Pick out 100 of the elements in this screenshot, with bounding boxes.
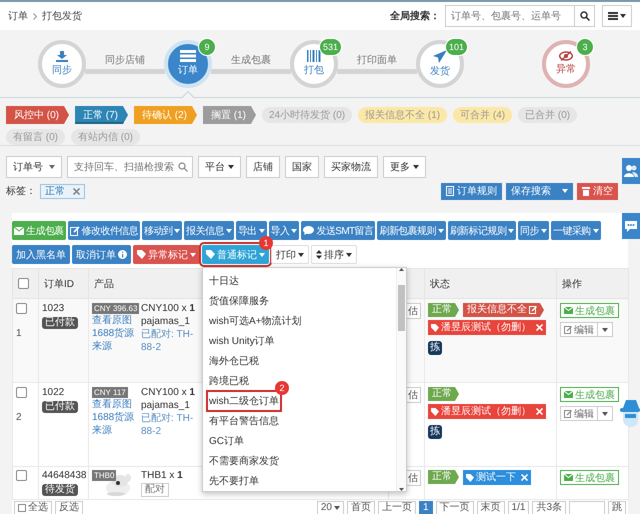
scrollbar-thumb[interactable] [398, 285, 405, 331]
product-link[interactable]: 1688货源 [92, 328, 138, 340]
rules-button[interactable]: 订单规则 [441, 182, 502, 200]
status-filter-tab[interactable]: 正常 (7) [75, 106, 128, 124]
create-package-button[interactable]: 生成包裹 [560, 387, 619, 402]
count-badge: 9 [198, 38, 216, 56]
menu-item[interactable]: 十日达 [207, 271, 241, 291]
save-search-button[interactable]: 保存搜索 [506, 182, 573, 200]
count-badge: 3 [576, 38, 594, 56]
edit-icon [564, 410, 572, 418]
status-filter-tab[interactable]: 已合并 (0) [518, 107, 578, 123]
dropdown-button[interactable]: 同步 [518, 221, 549, 240]
order-tag: 潘昱辰测试（勿删） [428, 320, 546, 335]
status-filter-tab[interactable]: 风控中 (0) [6, 106, 69, 124]
status-filter-tab[interactable]: 报关信息不全 (1) [358, 107, 448, 123]
contacts-button[interactable] [622, 158, 640, 184]
page-input[interactable] [569, 501, 605, 514]
list-icon [180, 50, 196, 62]
menu-item[interactable]: 有平台警告信息 [207, 411, 281, 431]
count-badge: 531 [318, 38, 342, 56]
hat-figure-icon [620, 398, 640, 428]
pagination-button[interactable]: 1 [418, 501, 433, 514]
dropdown-button[interactable]: 导入 [268, 221, 300, 240]
filter-button[interactable]: 店铺 [246, 156, 280, 178]
field-dropdown[interactable]: 订单号 [6, 156, 62, 178]
action-button[interactable]: 加入黑名单 [12, 245, 70, 264]
action-button[interactable]: 取消订单 [72, 245, 131, 264]
dropdown-button[interactable]: 打印 [271, 245, 309, 264]
menu-item[interactable]: GC订单 [207, 431, 246, 451]
row-checkbox[interactable] [16, 303, 27, 314]
clear-button[interactable]: 清空 [577, 182, 618, 200]
pagination-button[interactable]: 末页 [476, 501, 505, 514]
menu-item[interactable]: wish Unity订单 [207, 331, 277, 351]
order-tag: 测试一下 [463, 470, 531, 485]
pagination-button[interactable]: 上一页 [378, 501, 416, 514]
edit-button[interactable]: 编辑 [561, 407, 598, 420]
row-checkbox[interactable] [16, 470, 27, 481]
item-quantity: CNY100 x 1 [141, 387, 195, 399]
filter-button[interactable]: 买家物流 [324, 156, 378, 178]
pagination-button[interactable]: 1/1 [508, 501, 530, 514]
menu-item[interactable]: 海外仓已税 [207, 351, 261, 371]
remove-icon [536, 408, 543, 415]
action-button[interactable]: 修改收件信息 [68, 221, 140, 240]
chat-button[interactable] [622, 213, 640, 239]
pairing-text: 已配对: TH- [141, 329, 194, 341]
jump-button[interactable]: 跳 [608, 501, 626, 514]
dropdown-button[interactable]: 异常标记 [133, 245, 200, 264]
tag-filter-chip[interactable]: 正常 [40, 184, 85, 198]
filter-button[interactable]: 国家 [285, 156, 319, 178]
create-package-button[interactable]: 生成包裹 [560, 470, 619, 485]
dropdown-button[interactable]: 刷新包裹规则 [377, 221, 446, 240]
pagination-button[interactable]: 首页 [346, 501, 375, 514]
menu-item[interactable]: wish可选A+物流计划 [207, 311, 304, 331]
global-search-field[interactable]: 订单号、包裹号、运单号 [445, 5, 595, 27]
menu-item[interactable]: 先不要打单 [207, 471, 261, 491]
pairing-text: 88-2 [141, 426, 162, 438]
create-package-button[interactable]: 生成包裹 [560, 303, 619, 318]
status-flag: 报关信息不全 [463, 303, 544, 317]
dropdown-button[interactable]: 导出 [236, 221, 267, 240]
pagination-button[interactable]: 共3条 [532, 501, 566, 514]
action-button[interactable]: 生成包裹 [12, 221, 66, 240]
dropdown-button[interactable]: 一键采购 [551, 221, 601, 240]
filter-dropdown[interactable]: 平台 [198, 156, 241, 178]
status-filter-tab[interactable]: 有留言 (0) [6, 129, 65, 145]
pagination-button[interactable]: 下一页 [436, 501, 474, 514]
dropdown-button[interactable]: 排序 [311, 245, 357, 264]
search-icon [178, 162, 188, 172]
dropdown-button[interactable]: 刷新标记规则 [448, 221, 516, 240]
count-badge: 101 [444, 38, 468, 56]
status-flag: 正常 [428, 470, 459, 484]
status-filter-tab[interactable]: 有站内信 (0) [71, 129, 140, 145]
dropdown-button[interactable]: 移动到 [142, 221, 182, 240]
action-button[interactable]: 发送SMT留言 [301, 221, 376, 240]
breadcrumb-item[interactable]: 订单 [8, 9, 28, 23]
menu-item[interactable]: 货值保障服务 [207, 291, 271, 311]
breadcrumb-item[interactable]: 打包发货 [42, 9, 82, 23]
pair-button[interactable]: 配对 [141, 483, 169, 497]
select-all-button[interactable]: 全选 [14, 501, 52, 514]
page-size-dropdown[interactable]: 20 [316, 501, 344, 514]
view-toggle-button[interactable] [602, 5, 632, 27]
product-link[interactable]: 来源 [92, 425, 138, 437]
menu-item[interactable]: 跨境已税 [207, 371, 251, 391]
close-icon [73, 188, 80, 194]
status-filter-tab[interactable]: 搁置 (1) [203, 106, 256, 124]
invert-selection-button[interactable]: 反选 [55, 501, 83, 514]
column-header: 产品 [94, 278, 114, 290]
menu-item[interactable]: 不需要商家发货 [207, 451, 281, 471]
filter-dropdown[interactable]: 更多 [383, 156, 426, 178]
row-checkbox[interactable] [16, 387, 27, 398]
product-link[interactable]: 查看原图 [92, 315, 138, 327]
status-filter-tab[interactable]: 可合并 (4) [453, 107, 512, 123]
product-link[interactable]: 来源 [92, 341, 138, 353]
dropdown-button[interactable]: 普通标记 [202, 245, 269, 264]
edit-button[interactable]: 编辑 [561, 323, 598, 336]
dropdown-button[interactable]: 报关信息 [184, 221, 234, 240]
status-filter-tab[interactable]: 24小时待发货 (0) [262, 107, 352, 123]
product-link[interactable]: 查看原图 [92, 399, 138, 411]
product-link[interactable]: 1688货源 [92, 412, 138, 424]
workflow-step[interactable]: 同步 [38, 40, 86, 88]
select-all-checkbox[interactable] [18, 278, 29, 289]
